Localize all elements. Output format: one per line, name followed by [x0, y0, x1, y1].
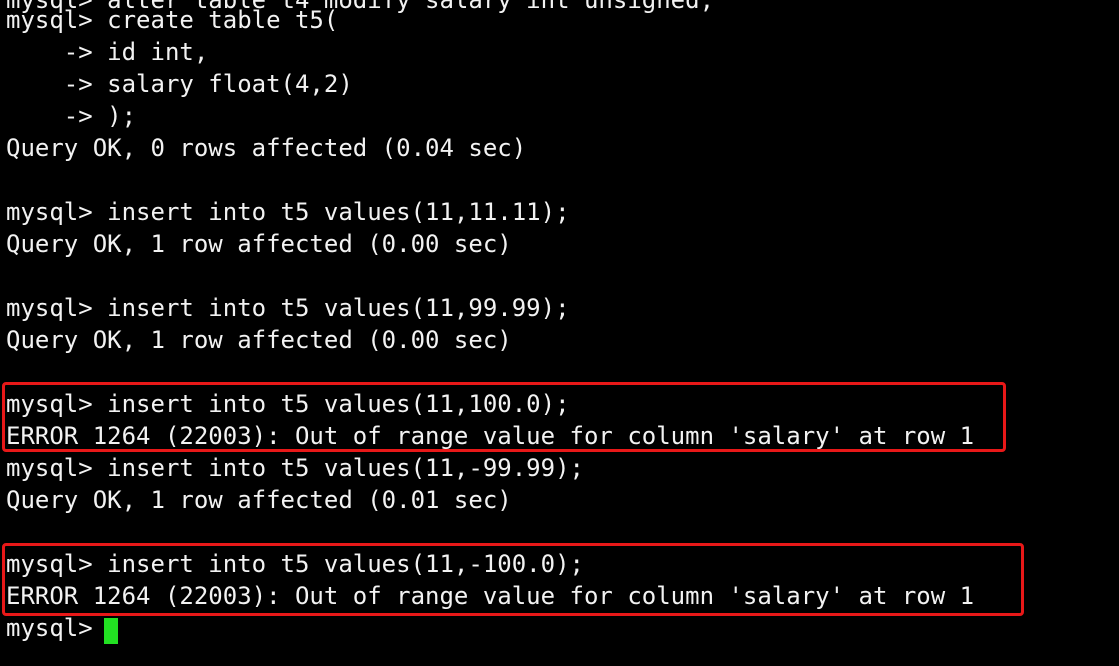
terminal-line: Query OK, 0 rows affected (0.04 sec)	[6, 134, 527, 162]
error-highlight-box-2	[2, 543, 1024, 616]
terminal-line: Query OK, 1 row affected (0.00 sec)	[6, 230, 512, 258]
terminal-line: mysql> insert into t5 values(11,99.99);	[6, 294, 570, 322]
terminal-line: mysql> create table t5(	[6, 6, 339, 34]
terminal-prompt: mysql>	[6, 614, 108, 642]
terminal-line: -> salary float(4,2)	[6, 70, 353, 98]
error-highlight-box-1	[2, 382, 1006, 452]
terminal-line: -> id int,	[6, 38, 209, 66]
terminal-cursor	[104, 618, 118, 644]
terminal-line: Query OK, 1 row affected (0.00 sec)	[6, 326, 512, 354]
terminal-line: Query OK, 1 row affected (0.01 sec)	[6, 486, 512, 514]
terminal-line: -> );	[6, 102, 137, 130]
terminal-line: mysql> insert into t5 values(11,11.11);	[6, 198, 570, 226]
terminal-line: mysql> insert into t5 values(11,-99.99);	[6, 454, 584, 482]
terminal-window[interactable]: mysql> alter table t4 modify salary int …	[0, 0, 1119, 666]
terminal-prompt-line[interactable]: mysql>	[6, 612, 107, 644]
